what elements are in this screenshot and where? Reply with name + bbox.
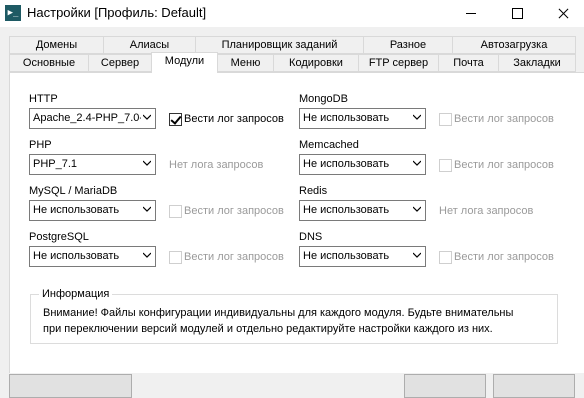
tab-autostart[interactable]: Автозагрузка bbox=[452, 36, 576, 54]
postgresql-select-value: Не использовать bbox=[33, 250, 120, 262]
redis-label: Redis bbox=[299, 185, 328, 197]
tab-server[interactable]: Сервер bbox=[88, 54, 152, 72]
chevron-down-icon bbox=[143, 160, 151, 166]
mysql-select-value: Не использовать bbox=[33, 204, 120, 216]
chevron-down-icon bbox=[413, 114, 421, 120]
memcached-select[interactable]: Не использовать bbox=[299, 154, 426, 175]
redis-select-value: Не использовать bbox=[303, 204, 390, 216]
mysql-select[interactable]: Не использовать bbox=[29, 200, 156, 221]
http-log-label: Вести лог запросов bbox=[184, 113, 284, 125]
php-select-value: PHP_7.1 bbox=[33, 158, 78, 170]
memcached-log-label: Вести лог запросов bbox=[454, 159, 554, 171]
info-line-2: при переключении версий модулей и отдель… bbox=[43, 323, 493, 335]
postgresql-select[interactable]: Не использовать bbox=[29, 246, 156, 267]
redis-select[interactable]: Не использовать bbox=[299, 200, 426, 221]
tab-modules[interactable]: Модули bbox=[151, 52, 218, 73]
chevron-down-icon bbox=[413, 206, 421, 212]
dns-log-label: Вести лог запросов bbox=[454, 251, 554, 263]
http-log-checkbox[interactable] bbox=[169, 113, 182, 126]
mongodb-log-checkbox[interactable] bbox=[439, 113, 452, 126]
dns-select[interactable]: Не использовать bbox=[299, 246, 426, 267]
chevron-down-icon bbox=[413, 252, 421, 258]
tab-mail[interactable]: Почта bbox=[438, 54, 499, 72]
memcached-label: Memcached bbox=[299, 139, 359, 151]
tab-bookmarks[interactable]: Закладки bbox=[498, 54, 576, 72]
tab-scheduler[interactable]: Планировщик заданий bbox=[195, 36, 364, 54]
dns-label: DNS bbox=[299, 231, 323, 243]
mongodb-select[interactable]: Не использовать bbox=[299, 108, 426, 129]
mongodb-select-value: Не использовать bbox=[303, 112, 390, 124]
chevron-down-icon bbox=[143, 114, 151, 120]
info-line-1: Внимание! Файлы конфигурации индивидуаль… bbox=[43, 307, 514, 319]
tab-ftp-server[interactable]: FTP сервер bbox=[358, 54, 439, 72]
bottom-button-2[interactable] bbox=[404, 374, 486, 398]
mysql-log-checkbox[interactable] bbox=[169, 205, 182, 218]
tab-encodings[interactable]: Кодировки bbox=[273, 54, 359, 72]
mongodb-label: MongoDB bbox=[299, 93, 348, 105]
postgresql-label: PostgreSQL bbox=[29, 231, 89, 243]
redis-no-log-text: Нет лога запросов bbox=[439, 205, 534, 217]
close-button[interactable] bbox=[540, 0, 584, 27]
http-select[interactable]: Apache_2.4-PHP_7.0- bbox=[29, 108, 156, 129]
bottom-left-button[interactable] bbox=[9, 374, 132, 398]
postgresql-log-checkbox[interactable] bbox=[169, 251, 182, 264]
php-select[interactable]: PHP_7.1 bbox=[29, 154, 156, 175]
info-title: Информация bbox=[39, 288, 113, 300]
mysql-label: MySQL / MariaDB bbox=[29, 185, 118, 197]
chevron-down-icon bbox=[143, 206, 151, 212]
memcached-select-value: Не использовать bbox=[303, 158, 390, 170]
http-select-value: Apache_2.4-PHP_7.0- bbox=[33, 112, 141, 124]
terminal-icon: ▶_ bbox=[5, 5, 21, 21]
php-no-log-text: Нет лога запросов bbox=[169, 159, 264, 171]
chevron-down-icon bbox=[143, 252, 151, 258]
window-title: Настройки [Профиль: Default] bbox=[27, 5, 207, 20]
mysql-log-label: Вести лог запросов bbox=[184, 205, 284, 217]
title-bar: ▶_ Настройки [Профиль: Default] bbox=[0, 0, 584, 27]
dns-select-value: Не использовать bbox=[303, 250, 390, 262]
tab-general[interactable]: Основные bbox=[9, 54, 89, 72]
tab-misc[interactable]: Разное bbox=[363, 36, 453, 54]
http-label: HTTP bbox=[29, 93, 58, 105]
info-text: Внимание! Файлы конфигурации индивидуаль… bbox=[43, 305, 553, 337]
bottom-button-3[interactable] bbox=[493, 374, 575, 398]
dns-log-checkbox[interactable] bbox=[439, 251, 452, 264]
tab-domains[interactable]: Домены bbox=[9, 36, 104, 54]
mongodb-log-label: Вести лог запросов bbox=[454, 113, 554, 125]
maximize-button[interactable] bbox=[494, 0, 540, 27]
minimize-button[interactable] bbox=[448, 0, 494, 27]
postgresql-log-label: Вести лог запросов bbox=[184, 251, 284, 263]
php-label: PHP bbox=[29, 139, 52, 151]
tab-menu[interactable]: Меню bbox=[217, 54, 274, 72]
chevron-down-icon bbox=[413, 160, 421, 166]
memcached-log-checkbox[interactable] bbox=[439, 159, 452, 172]
